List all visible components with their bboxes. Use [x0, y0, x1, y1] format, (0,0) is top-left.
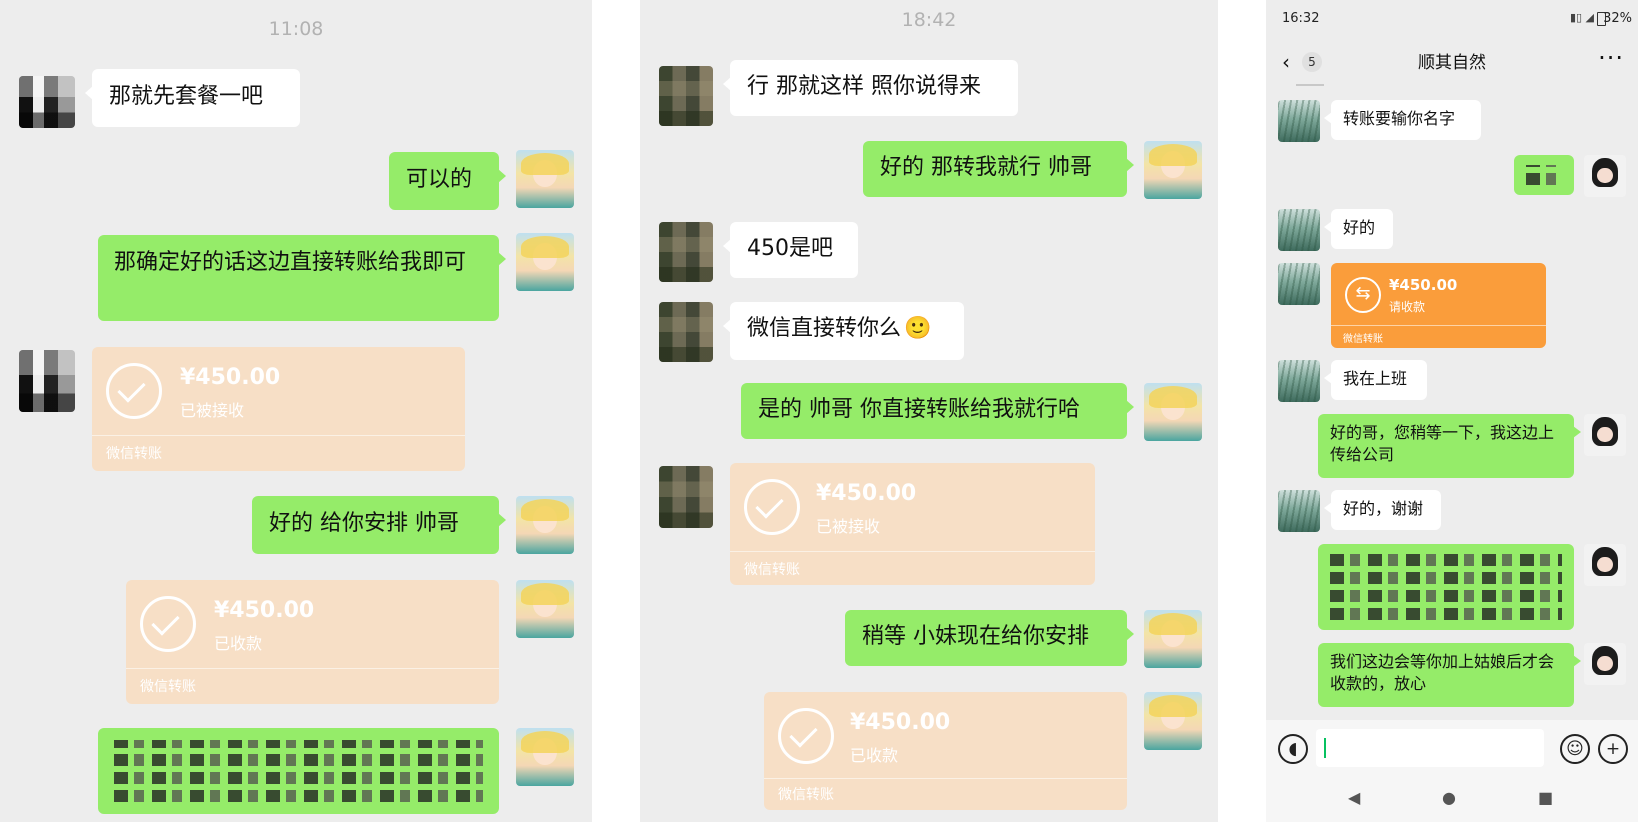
- status-bar: 16:32 ▮▯ ◢ 32%: [1266, 0, 1638, 38]
- message-input[interactable]: [1316, 729, 1544, 767]
- transfer-amount: ¥450.00: [850, 710, 951, 735]
- avatar-self[interactable]: [1584, 643, 1626, 685]
- transfer-card[interactable]: ¥450.00 已被接收 微信转账: [730, 463, 1095, 585]
- transfer-card[interactable]: ¥450.00 已收款 微信转账: [126, 580, 499, 704]
- pixelated-message[interactable]: [1514, 155, 1574, 195]
- message-bubble[interactable]: 好的哥，您稍等一下，我这边上传给公司: [1318, 414, 1581, 478]
- transfer-amount: ¥450.00: [180, 365, 281, 390]
- chat-panel-3: 16:32 ▮▯ ◢ 32% ‹ 5 顺其自然 ··· 转账要输你名字 好的 ⇆…: [1266, 0, 1638, 822]
- transfer-footer: 微信转账: [106, 446, 162, 462]
- transfer-received-icon: [106, 363, 162, 419]
- divider: [1296, 84, 1324, 86]
- message-bubble[interactable]: 我们这边会等你加上姑娘后才会收款的，放心: [1318, 643, 1581, 707]
- emoji-icon[interactable]: ☺: [1560, 734, 1590, 764]
- transfer-status: 请收款: [1389, 300, 1426, 314]
- avatar-self[interactable]: [516, 496, 574, 554]
- avatar-contact[interactable]: [659, 302, 713, 362]
- divider: [92, 435, 465, 436]
- avatar-contact[interactable]: [1278, 263, 1320, 305]
- message-text: 微信直接转你么: [747, 316, 902, 341]
- avatar-contact[interactable]: [19, 350, 75, 412]
- message-bubble[interactable]: 好的 给你安排 帅哥: [252, 496, 506, 554]
- signal-icons: ▮▯ ◢: [1569, 11, 1594, 24]
- avatar-self[interactable]: [1584, 155, 1626, 197]
- avatar-contact[interactable]: [1278, 360, 1320, 402]
- system-nav-bar: ◀ ● ■: [1266, 776, 1638, 822]
- divider: [1331, 325, 1546, 326]
- text-caret: [1324, 738, 1326, 758]
- divider: [730, 551, 1095, 552]
- avatar-contact[interactable]: [659, 466, 713, 528]
- transfer-amount: ¥450.00: [214, 598, 315, 623]
- message-bubble[interactable]: 好的，谢谢: [1324, 490, 1441, 530]
- avatar-self[interactable]: [516, 728, 574, 786]
- transfer-card[interactable]: ¥450.00 已被接收 微信转账: [92, 347, 465, 471]
- transfer-status: 已被接收: [180, 401, 245, 420]
- voice-input-icon[interactable]: ◖: [1278, 734, 1308, 764]
- message-bubble[interactable]: 450是吧: [723, 222, 858, 278]
- avatar-contact[interactable]: [19, 76, 75, 128]
- chat-panel-1: 11:08 那就先套餐一吧 可以的 那确定好的话这边直接转账给我即可 ¥450.…: [0, 0, 592, 822]
- transfer-card[interactable]: ⇆ ¥450.00 请收款 微信转账: [1331, 263, 1546, 348]
- message-bubble[interactable]: 转账要输你名字: [1324, 100, 1481, 140]
- avatar-contact[interactable]: [1278, 490, 1320, 532]
- avatar-self[interactable]: [1144, 610, 1202, 668]
- input-bar: ◖ ☺ +: [1266, 720, 1638, 776]
- transfer-received-icon: [744, 479, 800, 535]
- pixelated-message[interactable]: [98, 728, 499, 814]
- avatar-self[interactable]: [516, 150, 574, 208]
- transfer-amount: ¥450.00: [816, 481, 917, 506]
- avatar-self[interactable]: [516, 233, 574, 291]
- pixelated-message[interactable]: [1318, 544, 1574, 630]
- avatar-contact[interactable]: [659, 66, 713, 126]
- transfer-arrows-icon: ⇆: [1345, 277, 1381, 313]
- transfer-status: 已收款: [214, 634, 263, 653]
- avatar-self[interactable]: [1584, 414, 1626, 456]
- transfer-footer: 微信转账: [140, 679, 196, 695]
- timestamp: 11:08: [268, 18, 324, 40]
- avatar-self[interactable]: [1584, 544, 1626, 586]
- message-bubble[interactable]: 稍等 小妹现在给你安排: [845, 610, 1134, 666]
- avatar-contact[interactable]: [659, 222, 713, 282]
- message-bubble[interactable]: 我在上班: [1324, 360, 1427, 400]
- transfer-received-icon: [778, 708, 834, 764]
- transfer-status: 已被接收: [816, 517, 881, 536]
- divider: [126, 668, 499, 669]
- transfer-footer: 微信转账: [1343, 334, 1383, 345]
- avatar-self[interactable]: [1144, 692, 1202, 750]
- nav-recents-icon[interactable]: ■: [1538, 788, 1553, 807]
- message-bubble[interactable]: 行 那就这样 照你说得来: [723, 60, 1018, 116]
- message-bubble[interactable]: 好的: [1324, 209, 1393, 249]
- avatar-contact[interactable]: [1278, 209, 1320, 251]
- message-bubble[interactable]: 那就先套餐一吧: [85, 69, 300, 127]
- nav-back-icon[interactable]: ◀: [1348, 788, 1360, 807]
- avatar-self[interactable]: [516, 580, 574, 638]
- message-bubble[interactable]: 那确定好的话这边直接转账给我即可: [98, 235, 506, 321]
- chat-panel-2: 18:42 行 那就这样 照你说得来 好的 那转我就行 帅哥 450是吧 微信直…: [640, 0, 1218, 822]
- chat-title: 顺其自然: [1418, 53, 1486, 73]
- divider: [764, 778, 1127, 779]
- add-more-icon[interactable]: +: [1598, 734, 1628, 764]
- message-bubble[interactable]: 是的 帅哥 你直接转账给我就行哈: [741, 383, 1134, 439]
- more-options-icon[interactable]: ···: [1598, 44, 1624, 72]
- avatar-contact[interactable]: [1278, 100, 1320, 142]
- transfer-footer: 微信转账: [778, 787, 834, 803]
- smile-emoji-icon: 🙂: [904, 316, 932, 341]
- message-bubble[interactable]: 微信直接转你么 🙂: [723, 302, 964, 360]
- message-bubble[interactable]: 好的 那转我就行 帅哥: [863, 141, 1134, 197]
- transfer-amount: ¥450.00: [1389, 276, 1458, 294]
- transfer-footer: 微信转账: [744, 562, 800, 578]
- avatar-self[interactable]: [1144, 141, 1202, 199]
- status-time: 16:32: [1282, 11, 1320, 26]
- message-bubble[interactable]: 可以的: [389, 152, 506, 210]
- avatar-self[interactable]: [1144, 383, 1202, 441]
- nav-home-icon[interactable]: ●: [1442, 788, 1456, 807]
- transfer-status: 已收款: [850, 746, 899, 765]
- transfer-card[interactable]: ¥450.00 已收款 微信转账: [764, 692, 1127, 810]
- timestamp: 18:42: [901, 9, 957, 31]
- transfer-received-icon: [140, 596, 196, 652]
- battery-level: 32%: [1603, 11, 1632, 26]
